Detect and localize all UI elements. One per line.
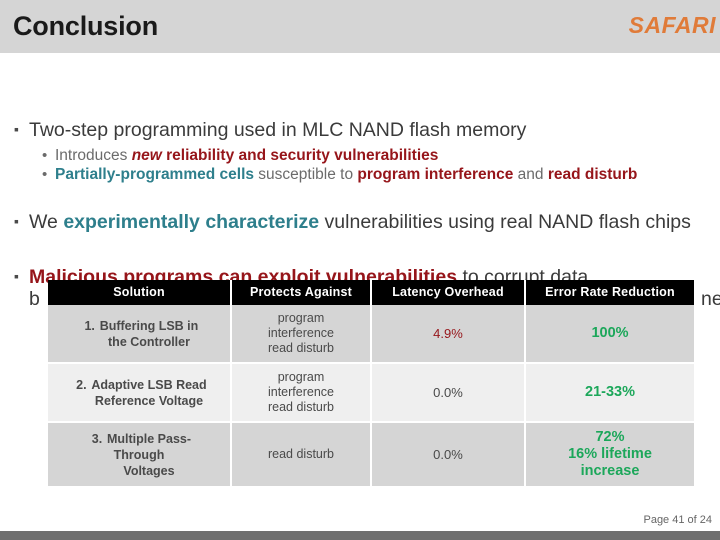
cell-protects-1: program interference read disturb [231,305,372,364]
slide-footer-bar [0,531,720,540]
round-bullet-icon: • [42,166,48,183]
cell-error-3: 72% 16% lifetime increase [525,422,694,488]
sub-2-run-1: Partially-programmed cells [55,166,254,183]
cell-protects-3: read disturb [231,422,372,488]
solution-text-3c: Voltages [123,463,175,478]
protects-1a: program [277,311,325,325]
table-row: 1. Buffering LSB in the Controller progra… [48,305,694,364]
solution-text-1b: the Controller [108,334,190,349]
protects-1c: read disturb [267,341,334,355]
protects-2c: read disturb [267,400,334,414]
page-title: Conclusion [13,11,158,41]
solution-text-1a: Buffering LSB in [99,318,199,333]
bullet-item-1: ▪ Two-step programming used in MLC NAND f… [14,118,714,142]
error-value-3b: 16% lifetime [568,446,652,462]
latency-value-2: 0.0% [433,385,463,400]
square-bullet-icon: ▪ [14,268,19,284]
bullet-1-text: Two-step programming used in MLC NAND fl… [29,119,527,141]
cell-solution-3: 3. Multiple Pass- Through Voltages [48,422,232,488]
cell-solution-1: 1. Buffering LSB in the Controller [48,305,232,364]
sub-1-run-2: new [131,147,162,164]
bullet-2-run-3: vulnerabilities using real NAND flash ch… [319,211,691,233]
solution-text-3a: Multiple Pass- [106,431,192,446]
safari-logo: SAFARI [628,12,716,38]
sub-2-run-4: and [513,166,548,183]
solution-text-3b: Through [113,447,165,462]
cell-latency-3: 0.0% [371,422,526,488]
bullet-item-1-sub-2: • Partially-programmed cells susceptible … [42,165,710,185]
latency-value-3: 0.0% [433,447,463,462]
table-row: 3. Multiple Pass- Through Voltages read d… [48,422,694,488]
error-value-1: 100% [591,325,629,341]
solution-text-2b: Reference Voltage [94,393,204,408]
error-value-2: 21-33% [585,384,635,400]
solution-number-3: 3. [91,431,103,446]
sub-2-run-3: program interference [357,166,514,183]
round-bullet-icon: • [42,147,48,164]
bullet-2-run-2: experimentally characterize [63,211,320,233]
error-value-3c: increase [580,463,640,479]
bullet-3-occluded-right: ne [701,288,720,310]
cell-latency-2: 0.0% [371,363,526,423]
column-header-protects: Protects Against [231,280,372,305]
cell-solution-2: 2. Adaptive LSB Read Reference Voltage [48,363,232,423]
sub-2-run-5: read disturb [547,166,638,183]
column-header-latency: Latency Overhead [371,280,526,305]
solution-text-2a: Adaptive LSB Read [91,377,207,392]
latency-value-1: 4.9% [433,326,463,341]
sub-2-run-2: susceptible to [254,166,358,183]
cell-error-1: 100% [525,305,694,364]
sub-1-run-3: reliability and security vulnerabilities [161,147,439,164]
bullet-3-occluded-left: b [29,288,40,310]
table-row: 2. Adaptive LSB Read Reference Voltage pr… [48,363,694,423]
column-header-error-rate: Error Rate Reduction [525,280,694,305]
results-table: Solution Protects Against Latency Overhe… [48,280,694,488]
cell-latency-1: 4.9% [371,305,526,364]
cell-error-2: 21-33% [525,363,694,423]
protects-3a: read disturb [267,447,334,461]
protects-1b: interference [267,326,334,340]
bullet-2-run-1: We [29,211,64,233]
column-header-solution: Solution [48,280,232,305]
solution-number-2: 2. [76,377,87,392]
bullet-item-2: ▪ We experimentally characterize vulnerab… [14,210,714,234]
error-value-3a: 72% [595,429,625,445]
table-header-row: Solution Protects Against Latency Overhe… [48,280,694,305]
solution-number-1: 1. [84,318,95,333]
square-bullet-icon: ▪ [14,213,19,229]
square-bullet-icon: ▪ [14,121,19,137]
bullet-item-1-sub-1: • Introduces new reliability and security… [42,146,710,166]
protects-2b: interference [267,385,334,399]
protects-2a: program [277,370,325,384]
sub-1-run-1: Introduces [55,147,132,164]
page-number: Page 41 of 24 [643,514,712,526]
cell-protects-2: program interference read disturb [231,363,372,423]
